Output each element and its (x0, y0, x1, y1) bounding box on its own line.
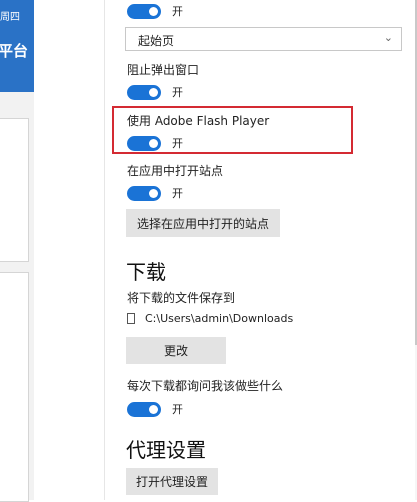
toggle-knob (149, 138, 158, 148)
background-header-date: 周四 (0, 12, 20, 23)
change-location-button[interactable]: 更改 (126, 337, 226, 364)
startup-page-value: 起始页 (138, 34, 175, 48)
top-toggle-switch[interactable] (127, 3, 161, 19)
open-in-app-label: 在应用中打开站点 (127, 164, 224, 178)
ask-each-download-toggle[interactable]: 开 (127, 401, 183, 417)
toggle-knob (149, 87, 158, 97)
flash-state: 开 (172, 137, 183, 150)
choose-sites-button[interactable]: 选择在应用中打开的站点 (126, 209, 280, 237)
open-in-app-state: 开 (172, 187, 183, 200)
background-window-header: 周四 平台 (0, 0, 34, 92)
ask-each-download-state: 开 (172, 403, 183, 416)
download-location-label: 将下载的文件保存到 (127, 291, 236, 305)
download-path-text: C:\Users\admin\Downloads (145, 312, 294, 325)
open-proxy-settings-button[interactable]: 打开代理设置 (126, 468, 218, 495)
flash-toggle[interactable]: 开 (127, 135, 183, 151)
popup-block-switch[interactable] (127, 84, 161, 100)
startup-page-select[interactable]: 起始页 ⌄ (125, 27, 402, 51)
background-window: 周四 平台 (0, 0, 34, 502)
top-toggle[interactable]: 开 (127, 3, 183, 19)
popup-block-toggle[interactable]: 开 (127, 84, 183, 100)
ask-each-download-label: 每次下载都询问我该做些什么 (127, 379, 284, 393)
flash-label: 使用 Adobe Flash Player (127, 114, 270, 128)
downloads-heading: 下载 (126, 260, 166, 284)
flash-switch[interactable] (127, 135, 161, 151)
toggle-knob (149, 6, 158, 16)
ask-each-download-switch[interactable] (127, 401, 161, 417)
open-in-app-toggle[interactable]: 开 (127, 185, 183, 201)
download-path: C:\Users\admin\Downloads (127, 312, 293, 325)
toggle-knob (149, 188, 158, 198)
background-panel-upper (0, 118, 29, 262)
toggle-knob (149, 404, 158, 414)
background-header-title: 平台 (0, 42, 29, 60)
open-in-app-switch[interactable] (127, 185, 161, 201)
top-toggle-state: 开 (172, 5, 183, 18)
popup-block-state: 开 (172, 86, 183, 99)
popup-block-label: 阻止弹出窗口 (127, 63, 200, 77)
chevron-down-icon: ⌄ (383, 31, 393, 44)
folder-icon (127, 313, 135, 324)
background-panel-lower (0, 272, 29, 502)
proxy-heading: 代理设置 (126, 438, 206, 462)
